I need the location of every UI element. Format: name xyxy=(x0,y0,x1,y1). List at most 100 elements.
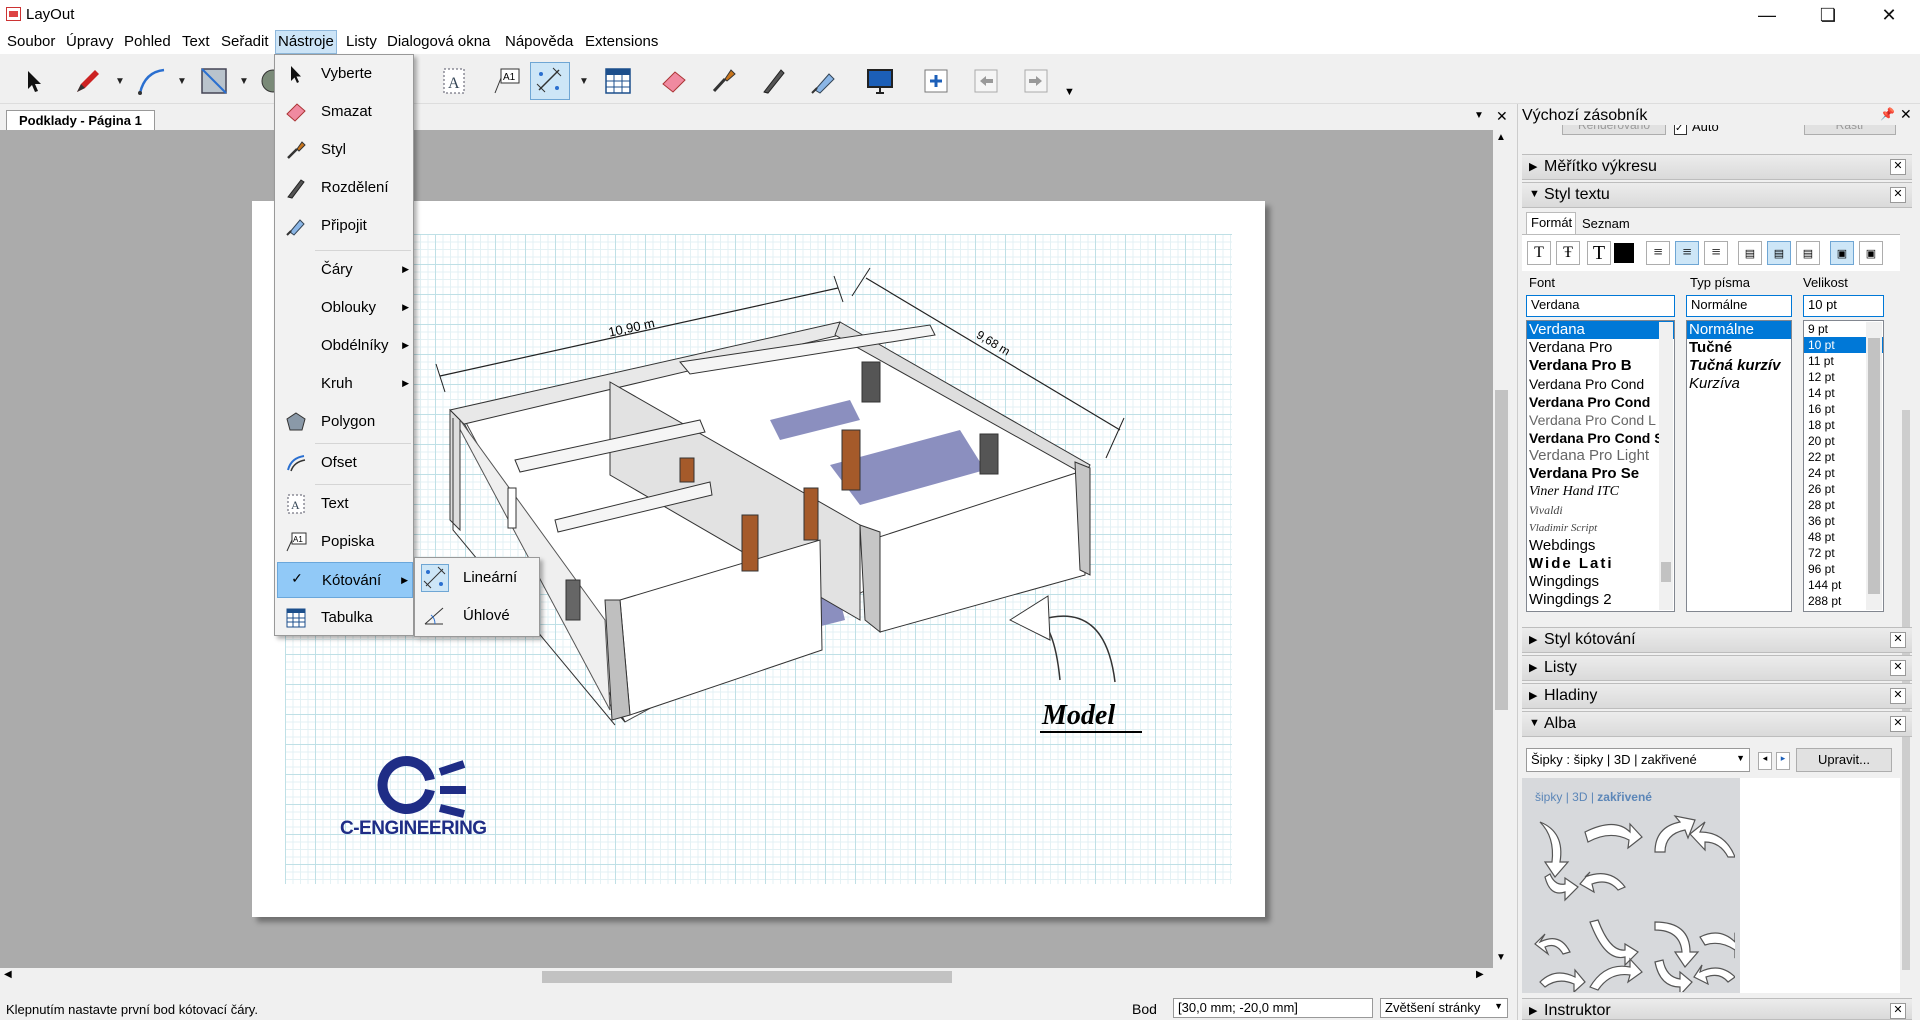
panel-close-icon[interactable]: ✕ xyxy=(1900,106,1912,123)
menu-pages[interactable]: Listy xyxy=(344,30,379,54)
text-color-swatch[interactable] xyxy=(1614,243,1634,263)
menu-item-select[interactable]: Vyberte xyxy=(277,56,413,92)
section-dimension-style[interactable]: ▶ Styl kótování ✕ xyxy=(1522,627,1912,653)
menu-item-circle[interactable]: Kruh ▶ xyxy=(277,366,413,402)
scrapbook-select[interactable]: Šipky : šipky | 3D | zakřivené ▼ xyxy=(1526,748,1750,772)
horizontal-scroll-thumb[interactable] xyxy=(542,971,952,983)
font-list-item[interactable]: Webdings xyxy=(1527,537,1674,555)
font-list-item[interactable]: Verdana xyxy=(1527,321,1674,339)
typeface-list-item[interactable]: Kurzíva xyxy=(1687,375,1791,393)
menu-item-join[interactable]: Připojit xyxy=(277,208,413,244)
font-list-scroll-thumb[interactable] xyxy=(1661,562,1671,582)
scrapbook-next-icon[interactable]: ▸ xyxy=(1776,752,1790,770)
close-icon[interactable]: ✕ xyxy=(1890,660,1906,676)
vertical-scroll-thumb[interactable] xyxy=(1495,390,1508,710)
toolbar-overflow-icon[interactable]: ▼ xyxy=(1064,86,1075,98)
menu-text[interactable]: Text xyxy=(180,30,212,54)
pin-icon[interactable]: 📌 xyxy=(1880,107,1895,121)
menu-item-split[interactable]: Rozdělení xyxy=(277,170,413,206)
menu-file[interactable]: Soubor xyxy=(5,30,57,54)
coordinates-field[interactable]: [30,0 mm; -20,0 mm] xyxy=(1173,998,1373,1018)
rectangle-dropdown-icon[interactable]: ▼ xyxy=(238,76,250,87)
edit-scrapbook-button[interactable]: Upravit... xyxy=(1796,748,1892,772)
typeface-list-item[interactable]: Tučné xyxy=(1687,339,1791,357)
rectangle-tool-icon[interactable] xyxy=(194,62,234,100)
close-icon[interactable]: ✕ xyxy=(1890,1003,1906,1019)
font-list-item[interactable]: Wide Lati xyxy=(1527,555,1674,573)
rendered-button[interactable]: Renderováno xyxy=(1562,125,1666,135)
menu-help[interactable]: Nápověda xyxy=(503,30,575,54)
align-center-icon[interactable]: ≡ xyxy=(1675,241,1699,265)
zoom-select[interactable]: Zvětšení stránky ▼ xyxy=(1380,998,1508,1018)
font-list[interactable]: Verdana Verdana Pro Verdana Pro B Verdan… xyxy=(1526,320,1675,612)
section-scrapbooks[interactable]: ▼ Alba ✕ xyxy=(1522,711,1912,737)
arc-dropdown-icon[interactable]: ▼ xyxy=(176,76,188,87)
font-list-item[interactable]: Verdana Pro Se xyxy=(1527,465,1674,483)
menu-item-table[interactable]: Tabulka xyxy=(277,600,413,636)
text-outline-icon[interactable]: Ŧ xyxy=(1556,241,1580,265)
menu-item-polygon[interactable]: Polygon xyxy=(277,404,413,440)
section-text-style[interactable]: ▼ Styl textu ✕ xyxy=(1522,182,1912,208)
curved-arrows-gallery[interactable] xyxy=(1530,812,1735,992)
close-icon[interactable]: ✕ xyxy=(1890,716,1906,732)
typeface-input[interactable]: Normálne xyxy=(1686,295,1792,317)
close-tab-icon[interactable]: ✕ xyxy=(1496,108,1508,125)
anchor-bottom-icon[interactable]: ▤ xyxy=(1796,241,1820,265)
font-list-item[interactable]: Verdana Pro xyxy=(1527,339,1674,357)
close-icon[interactable]: ✕ xyxy=(1890,159,1906,175)
typeface-list[interactable]: Normálne Tučné Tučná kurzív Kurzíva xyxy=(1686,320,1792,612)
menu-item-lines[interactable]: Čáry ▶ xyxy=(277,252,413,288)
valign-top-icon[interactable]: ▣ xyxy=(1830,241,1854,265)
menu-edit[interactable]: Úpravy xyxy=(64,30,116,54)
presentation-icon[interactable] xyxy=(860,62,900,100)
scroll-up-icon[interactable]: ▲ xyxy=(1496,132,1506,143)
dimension-dropdown-icon[interactable]: ▼ xyxy=(578,76,590,87)
restore-icon[interactable]: ❏ xyxy=(1805,0,1851,30)
pencil-tool-icon[interactable] xyxy=(68,62,108,100)
tabs-dropdown-icon[interactable]: ▼ xyxy=(1474,110,1484,121)
submenu-item-linear[interactable]: Lineární xyxy=(418,561,536,595)
size-input[interactable]: 10 pt xyxy=(1803,295,1884,317)
menu-item-label-tool[interactable]: A1 Popiska xyxy=(277,524,413,560)
align-left-icon[interactable]: ≡ xyxy=(1646,241,1670,265)
close-icon[interactable]: ✕ xyxy=(1890,632,1906,648)
valign-center-icon[interactable]: ▣ xyxy=(1859,241,1883,265)
scrapbook-prev-icon[interactable]: ◂ xyxy=(1758,752,1772,770)
close-icon[interactable]: ✕ xyxy=(1890,688,1906,704)
section-pages[interactable]: ▶ Listy ✕ xyxy=(1522,655,1912,681)
scroll-down-icon[interactable]: ▼ xyxy=(1496,952,1506,963)
label-tool-icon[interactable]: A1 xyxy=(486,62,526,100)
text-tool-icon[interactable]: A xyxy=(434,62,474,100)
typeface-list-item[interactable]: Tučná kurzív xyxy=(1687,357,1791,375)
menu-item-dimension[interactable]: ✓ Kótování ▶ xyxy=(277,562,413,598)
section-instructor[interactable]: ▶ Instruktor ✕ xyxy=(1522,998,1912,1020)
font-list-item[interactable]: Verdana Pro Light xyxy=(1527,447,1674,465)
font-input[interactable]: Verdana xyxy=(1526,295,1675,317)
arc-tool-icon[interactable] xyxy=(132,62,172,100)
scroll-right-icon[interactable]: ▶ xyxy=(1476,969,1484,980)
menu-item-rectangles[interactable]: Obdélníky ▶ xyxy=(277,328,413,364)
font-list-item[interactable]: Verdana Pro Cond xyxy=(1527,375,1674,393)
font-list-item[interactable]: Wingdings xyxy=(1527,573,1674,591)
next-page-icon[interactable] xyxy=(1016,62,1056,100)
text-plain-icon[interactable]: T xyxy=(1527,241,1551,265)
font-list-item[interactable]: Verdana Pro B xyxy=(1527,357,1674,375)
menu-extensions[interactable]: Extensions xyxy=(583,30,660,54)
section-layers[interactable]: ▶ Hladiny ✕ xyxy=(1522,683,1912,709)
font-list-item[interactable]: Vivaldi xyxy=(1527,501,1674,519)
previous-page-icon[interactable] xyxy=(966,62,1006,100)
menu-item-arcs[interactable]: Oblouky ▶ xyxy=(277,290,413,326)
anchor-middle-icon[interactable]: ▤ xyxy=(1767,241,1791,265)
typeface-list-item[interactable]: Normálne xyxy=(1687,321,1791,339)
auto-checkbox[interactable]: ✓ xyxy=(1674,125,1687,135)
pencil-dropdown-icon[interactable]: ▼ xyxy=(114,76,126,87)
menu-item-erase[interactable]: Smazat xyxy=(277,94,413,130)
scroll-left-icon[interactable]: ◀ xyxy=(4,969,12,980)
menu-arrange[interactable]: Seřadit xyxy=(219,30,271,54)
raster-select[interactable]: Rastr xyxy=(1804,125,1896,135)
menu-item-style[interactable]: Styl xyxy=(277,132,413,168)
split-tool-icon[interactable] xyxy=(754,62,794,100)
table-tool-icon[interactable] xyxy=(598,62,638,100)
menu-tools[interactable]: Nástroje xyxy=(275,30,337,54)
text-serif-icon[interactable]: T xyxy=(1587,241,1611,265)
